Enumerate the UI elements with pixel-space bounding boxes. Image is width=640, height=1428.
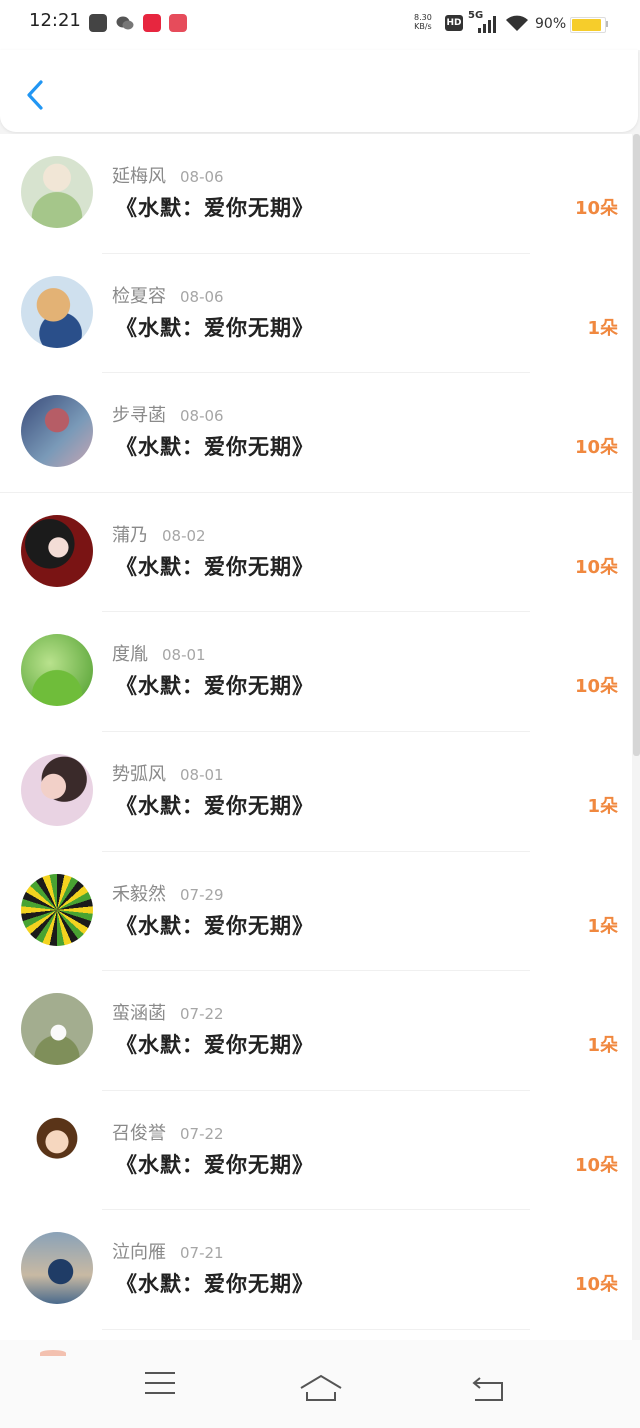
avatar[interactable]	[21, 873, 93, 946]
list-item[interactable]: 势弧风 08-01 《水默：爱你无期》 1朵	[0, 732, 632, 852]
gift-amount: 10朵	[574, 437, 618, 459]
avatar[interactable]	[21, 514, 93, 587]
list-item[interactable]: 蛮涵菡 07-22 《水默：爱你无期》 1朵	[0, 971, 632, 1091]
gift-date: 08-01	[162, 646, 206, 665]
book-title: 《水默：爱你无期》	[116, 554, 314, 579]
battery-icon	[570, 17, 606, 33]
app-notification-icon	[143, 14, 161, 32]
gift-amount: 1朵	[587, 1035, 618, 1057]
back-icon	[472, 1377, 503, 1401]
gift-amount: 1朵	[587, 796, 618, 817]
battery-percent: 90%	[535, 16, 567, 32]
list-item[interactable]: 步寻菡 08-06 《水默：爱你无期》 10朵	[0, 373, 632, 493]
status-bar: 12:21 8.30 KB/s HD 5G 90%	[0, 0, 640, 50]
app-notification-icon-2	[169, 14, 187, 32]
wifi-icon	[505, 14, 529, 36]
list-item[interactable]: 蒲乃 08-02 《水默：爱你无期》 10朵	[0, 493, 632, 613]
wechat-notification-icon	[116, 15, 134, 31]
donor-name: 禾毅然 07-29	[112, 883, 224, 905]
menu-icon	[145, 1372, 175, 1394]
book-title: 《水默：爱你无期》	[116, 674, 314, 699]
donor-name: 步寻菡 08-06	[112, 405, 224, 427]
status-time: 12:21	[29, 10, 81, 31]
avatar[interactable]	[21, 275, 93, 348]
home-button[interactable]	[299, 1374, 343, 1406]
avatar[interactable]	[21, 634, 93, 707]
donor-name: 延梅风 08-06	[112, 166, 224, 187]
battery-cap	[606, 21, 608, 27]
gift-date: 08-06	[180, 407, 224, 426]
gift-date: 07-22	[180, 1124, 224, 1143]
book-title: 《水默：爱你无期》	[116, 196, 314, 220]
book-title: 《水默：爱你无期》	[116, 315, 314, 340]
avatar[interactable]	[21, 156, 93, 228]
avatar[interactable]	[21, 754, 93, 826]
home-icon	[300, 1374, 342, 1401]
chevron-left-icon	[27, 80, 43, 110]
book-title: 《水默：爱你无期》	[116, 1033, 314, 1058]
signal-icon: 5G	[468, 10, 498, 34]
mail-notification-icon	[89, 14, 107, 32]
header-bar	[0, 50, 638, 132]
avatar[interactable]	[21, 1112, 93, 1185]
list-item[interactable]: 度胤 08-01 《水默：爱你无期》 10朵	[0, 612, 632, 732]
scrollbar[interactable]	[633, 134, 640, 756]
divider	[102, 1328, 530, 1330]
gift-date: 08-01	[180, 766, 224, 784]
gift-amount: 10朵	[574, 556, 618, 578]
back-button[interactable]	[22, 78, 48, 112]
gift-amount: 10朵	[574, 1154, 618, 1176]
book-title: 《水默：爱你无期》	[116, 794, 314, 818]
gift-amount: 1朵	[587, 915, 618, 937]
gift-amount: 10朵	[574, 1274, 618, 1296]
list-item[interactable]: 检夏容 08-06 《水默：爱你无期》 1朵	[0, 254, 632, 374]
partial-avatar	[40, 1350, 66, 1356]
donor-name: 势弧风 08-01	[112, 764, 224, 785]
list-item[interactable]: 召俊誉 07-22 《水默：爱你无期》 10朵	[0, 1091, 632, 1211]
donor-name: 召俊誉 07-22	[112, 1122, 224, 1144]
book-title: 《水默：爱你无期》	[116, 913, 314, 938]
list-item[interactable]: 延梅风 08-06 《水默：爱你无期》 10朵	[0, 134, 632, 254]
gift-amount: 10朵	[574, 676, 618, 698]
gift-date: 07-22	[180, 1005, 224, 1024]
gift-record-list: 延梅风 08-06 《水默：爱你无期》 10朵 检夏容 08-06 《水默：爱你无期》 1朵步…	[0, 134, 632, 1340]
network-speed: 8.30 KB/s	[414, 13, 432, 31]
donor-name: 蒲乃 08-02	[112, 524, 206, 546]
back-nav-button[interactable]	[472, 1376, 504, 1406]
gift-date: 07-29	[180, 885, 224, 904]
system-nav-bar	[0, 1340, 640, 1428]
gift-amount: 1朵	[587, 317, 618, 339]
donor-name: 检夏容 08-06	[112, 285, 224, 307]
list-item[interactable]: 泣向雁 07-21 《水默：爱你无期》 10朵	[0, 1210, 632, 1330]
avatar[interactable]	[21, 1232, 93, 1305]
gift-date: 08-06	[180, 168, 224, 186]
gift-amount: 10朵	[574, 198, 618, 219]
donor-name: 度胤 08-01	[112, 644, 206, 666]
gift-date: 08-02	[162, 526, 206, 545]
gift-date: 07-21	[180, 1244, 224, 1263]
book-title: 《水默：爱你无期》	[116, 1272, 314, 1297]
avatar[interactable]	[21, 395, 93, 468]
book-title: 《水默：爱你无期》	[116, 1152, 314, 1177]
book-title: 《水默：爱你无期》	[116, 435, 314, 460]
gift-date: 08-06	[180, 287, 224, 306]
donor-name: 泣向雁 07-21	[112, 1242, 224, 1264]
avatar[interactable]	[21, 993, 93, 1066]
menu-button[interactable]	[144, 1370, 176, 1400]
donor-name: 蛮涵菡 07-22	[112, 1003, 224, 1025]
list-item[interactable]: 禾毅然 07-29 《水默：爱你无期》 1朵	[0, 852, 632, 972]
hd-badge: HD	[445, 15, 463, 31]
